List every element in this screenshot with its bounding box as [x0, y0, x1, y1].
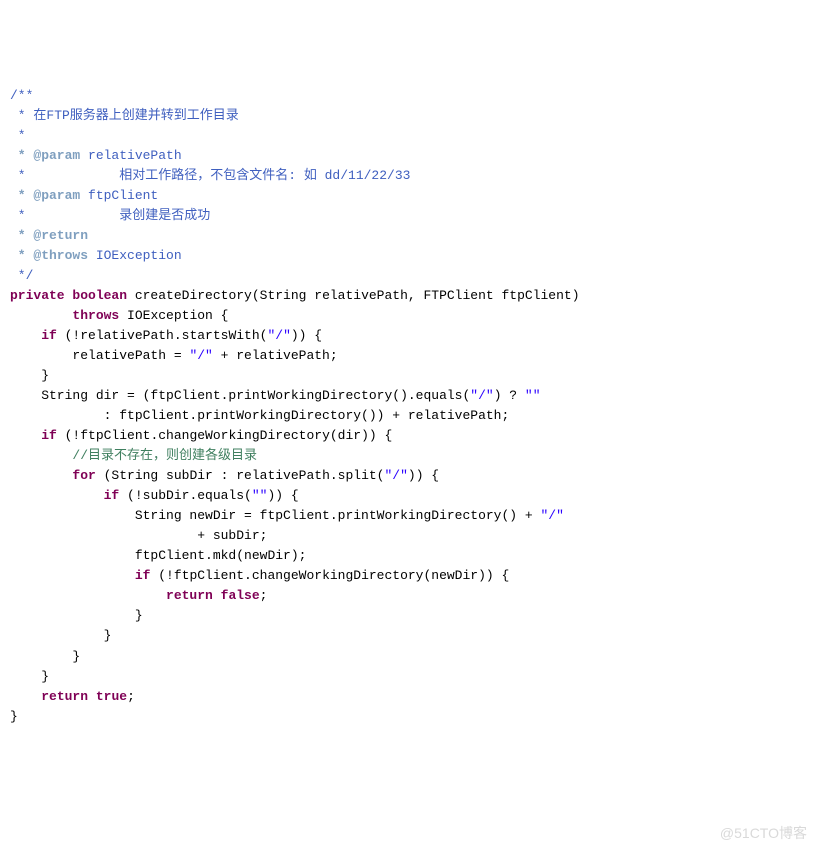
javadoc-throws: IOException	[88, 248, 182, 263]
javadoc-open: /**	[10, 88, 33, 103]
javadoc-param: relativePath	[80, 148, 181, 163]
javadoc-param: ftpClient	[80, 188, 158, 203]
code-text: }	[10, 368, 49, 383]
code-text: (!ftpClient.changeWorkingDirectory(newDi…	[150, 568, 509, 583]
kw-false: false	[221, 588, 260, 603]
kw-if: if	[135, 568, 151, 583]
code-text: createDirectory(String relativePath, FTP…	[127, 288, 579, 303]
kw-return: return	[166, 588, 213, 603]
code-text: )) {	[291, 328, 322, 343]
kw-return: return	[41, 689, 88, 704]
code-text: IOException {	[119, 308, 228, 323]
code-text: ) ?	[494, 388, 525, 403]
code-text: }	[10, 669, 49, 684]
code-text: + subDir;	[10, 528, 267, 543]
code-text: relativePath =	[10, 348, 189, 363]
kw-boolean: boolean	[72, 288, 127, 303]
kw-if: if	[41, 328, 57, 343]
code-text: : ftpClient.printWorkingDirectory()) + r…	[10, 408, 509, 423]
code-text: }	[10, 628, 111, 643]
code-text: (!ftpClient.changeWorkingDirectory(dir))…	[57, 428, 392, 443]
javadoc-tag: * @throws	[10, 248, 88, 263]
code-text: }	[10, 608, 143, 623]
kw-for: for	[72, 468, 95, 483]
code-text: (!subDir.equals(	[119, 488, 252, 503]
code-text: }	[10, 649, 80, 664]
javadoc-close: */	[10, 268, 33, 283]
string-literal: ""	[525, 388, 541, 403]
kw-if: if	[41, 428, 57, 443]
javadoc-tag: * @param	[10, 188, 80, 203]
javadoc-line: *	[10, 128, 26, 143]
code-text: String newDir = ftpClient.printWorkingDi…	[10, 508, 541, 523]
code-text: + relativePath;	[213, 348, 338, 363]
javadoc-line: * 录创建是否成功	[10, 208, 210, 223]
code-text: ;	[127, 689, 135, 704]
kw-private: private	[10, 288, 65, 303]
code-text	[10, 689, 41, 704]
string-literal: "/"	[541, 508, 564, 523]
code-text: )) {	[267, 488, 298, 503]
code-text: (String subDir : relativePath.split(	[96, 468, 385, 483]
code-text	[213, 588, 221, 603]
code-text	[10, 588, 166, 603]
code-text	[88, 689, 96, 704]
kw-if: if	[104, 488, 120, 503]
javadoc-tag: * @return	[10, 228, 88, 243]
code-text: )) {	[408, 468, 439, 483]
javadoc-tag: * @param	[10, 148, 80, 163]
watermark: @51CTO博客	[720, 823, 807, 845]
code-text: ;	[260, 588, 268, 603]
string-literal: "/"	[189, 348, 212, 363]
code-text: (!relativePath.startsWith(	[57, 328, 268, 343]
javadoc-line: * 在FTP服务器上创建并转到工作目录	[10, 108, 239, 123]
code-text: String dir = (ftpClient.printWorkingDire…	[10, 388, 470, 403]
kw-true: true	[96, 689, 127, 704]
comment: //目录不存在，则创建各级目录	[10, 448, 257, 463]
code-block: /** * 在FTP服务器上创建并转到工作目录 * * @param relat…	[10, 86, 807, 727]
kw-throws: throws	[72, 308, 119, 323]
code-text: ftpClient.mkd(newDir);	[10, 548, 306, 563]
string-literal: "/"	[470, 388, 493, 403]
string-literal: "/"	[267, 328, 290, 343]
string-literal: "/"	[384, 468, 407, 483]
string-literal: ""	[252, 488, 268, 503]
javadoc-line: * 相对工作路径，不包含文件名: 如 dd/11/22/33	[10, 168, 410, 183]
code-text: }	[10, 709, 18, 724]
